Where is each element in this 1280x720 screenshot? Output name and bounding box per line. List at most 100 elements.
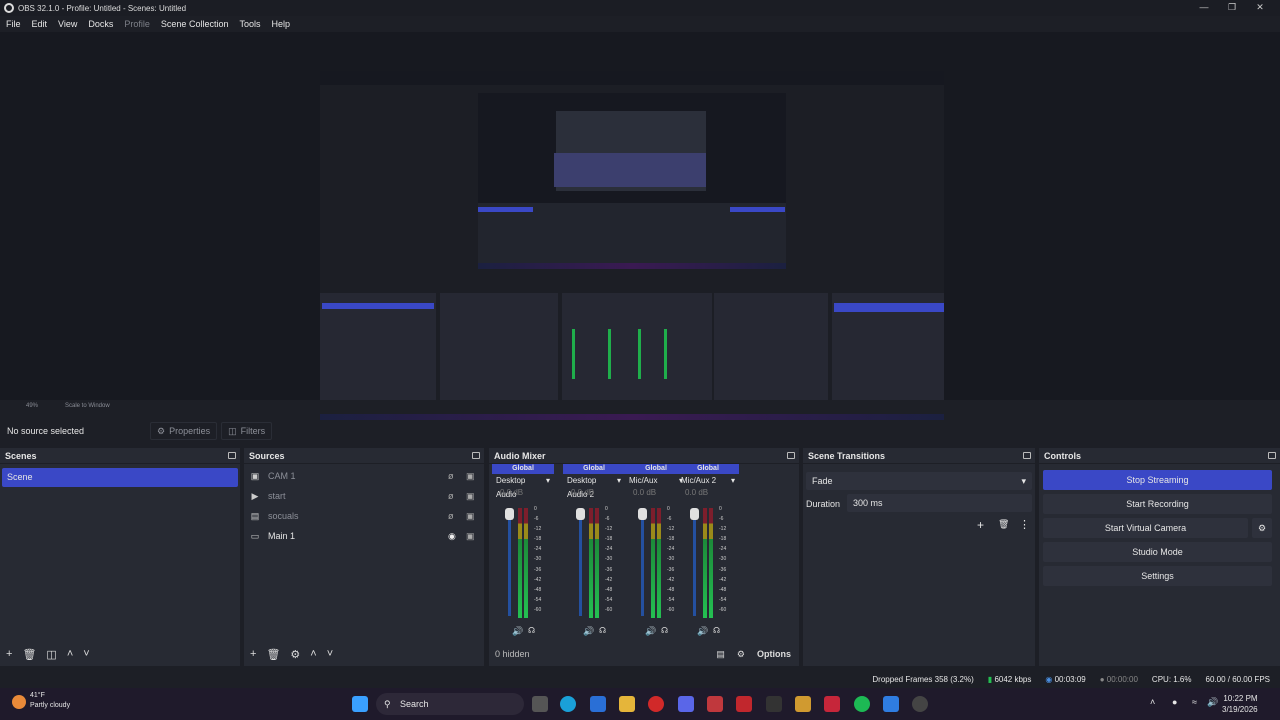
app-icon[interactable] bbox=[795, 696, 811, 712]
undock-icon[interactable] bbox=[472, 452, 480, 459]
headphones-icon[interactable]: ☊ bbox=[661, 626, 668, 635]
up-icon[interactable]: ˄ bbox=[67, 648, 73, 660]
speaker-icon[interactable]: 🔊 bbox=[697, 626, 708, 637]
outlook-icon[interactable] bbox=[590, 696, 606, 712]
eye-hidden-icon[interactable]: ø bbox=[448, 471, 454, 481]
headphones-icon[interactable]: ☊ bbox=[713, 626, 720, 635]
channel-name[interactable]: Desktop Audio ▾ bbox=[492, 474, 554, 499]
menu-docks[interactable]: Docks bbox=[88, 19, 113, 29]
add-icon[interactable]: + bbox=[6, 648, 12, 660]
discord-icon[interactable] bbox=[678, 696, 694, 712]
down-icon[interactable]: ˅ bbox=[327, 648, 333, 660]
microphone-icon[interactable]: ● bbox=[1172, 697, 1177, 707]
fader-knob[interactable] bbox=[638, 508, 647, 520]
more-icon[interactable]: ⋮ bbox=[1019, 518, 1030, 531]
scene-item[interactable]: Scene bbox=[2, 468, 238, 487]
menu-help[interactable]: Help bbox=[271, 19, 290, 29]
start-virtual-camera-button[interactable]: Start Virtual Camera bbox=[1043, 518, 1248, 538]
volume-fader[interactable] bbox=[638, 508, 647, 616]
undock-icon[interactable] bbox=[1023, 452, 1031, 459]
menu-view[interactable]: View bbox=[58, 19, 77, 29]
speaker-icon[interactable]: 🔊 bbox=[645, 626, 656, 637]
lock-icon[interactable]: ▣ bbox=[466, 491, 475, 502]
adobe-icon[interactable] bbox=[736, 696, 752, 712]
stop-streaming-button[interactable]: Stop Streaming bbox=[1043, 470, 1272, 490]
clock[interactable]: 10:22 PM 3/19/2026 bbox=[1222, 693, 1258, 715]
eye-hidden-icon[interactable]: ø bbox=[448, 511, 454, 521]
menu-scene-collection[interactable]: Scene Collection bbox=[161, 19, 229, 29]
headphones-icon[interactable]: ☊ bbox=[528, 626, 535, 635]
edge-icon[interactable] bbox=[560, 696, 576, 712]
source-item-main1[interactable]: ▭ Main 1 ◉ ▣ bbox=[244, 526, 484, 546]
windows-start-icon[interactable] bbox=[352, 696, 368, 712]
minimize-icon[interactable]: — bbox=[1190, 0, 1218, 16]
undock-icon[interactable] bbox=[1268, 452, 1276, 459]
eye-icon[interactable]: ◉ bbox=[448, 531, 456, 542]
spotify-icon[interactable] bbox=[854, 696, 870, 712]
settings-button[interactable]: Settings bbox=[1043, 566, 1272, 586]
lock-icon[interactable]: ▣ bbox=[466, 531, 475, 542]
up-icon[interactable]: ˄ bbox=[310, 648, 316, 660]
preview-canvas[interactable] bbox=[0, 32, 1280, 427]
add-icon[interactable]: + bbox=[977, 518, 984, 532]
task-view-icon[interactable] bbox=[532, 696, 548, 712]
fader-knob[interactable] bbox=[690, 508, 699, 520]
volume-fader[interactable] bbox=[576, 508, 585, 616]
volume-fader[interactable] bbox=[690, 508, 699, 616]
source-label: start bbox=[268, 491, 286, 501]
menu-profile[interactable]: Profile bbox=[124, 19, 150, 29]
fader-knob[interactable] bbox=[576, 508, 585, 520]
app-icon[interactable] bbox=[883, 696, 899, 712]
studio-mode-button[interactable]: Studio Mode bbox=[1043, 542, 1272, 562]
headphones-icon[interactable]: ☊ bbox=[599, 626, 606, 635]
volume-fader[interactable] bbox=[505, 508, 514, 616]
weather-widget[interactable]: 41°F Partly cloudy bbox=[12, 691, 70, 711]
menu-file[interactable]: File bbox=[6, 19, 21, 29]
trash-icon[interactable]: 🗑 bbox=[998, 519, 1009, 530]
maximize-icon[interactable]: ❐ bbox=[1218, 0, 1246, 16]
app-icon[interactable] bbox=[707, 696, 723, 712]
scale-mode[interactable]: Scale to Window bbox=[65, 403, 110, 409]
virtual-camera-gear-icon[interactable]: ⚙ bbox=[1252, 518, 1272, 538]
speaker-icon[interactable]: 🔊 bbox=[583, 626, 594, 637]
channel-name[interactable]: Mic/Aux 2 ▾ bbox=[677, 474, 739, 488]
file-explorer-icon[interactable] bbox=[619, 696, 635, 712]
close-icon[interactable]: ✕ bbox=[1246, 0, 1274, 16]
lock-icon[interactable]: ▣ bbox=[466, 511, 475, 522]
start-recording-button[interactable]: Start Recording bbox=[1043, 494, 1272, 514]
properties-button[interactable]: ⚙ Properties bbox=[150, 422, 218, 440]
layout-icon[interactable]: ▤ bbox=[716, 649, 725, 660]
app-icon[interactable] bbox=[824, 696, 840, 712]
tray-chevron-icon[interactable]: ˄ bbox=[1150, 697, 1155, 707]
trash-icon[interactable]: 🗑 bbox=[22, 648, 36, 661]
zoom-level[interactable]: 49% bbox=[26, 403, 38, 409]
menu-tools[interactable]: Tools bbox=[239, 19, 260, 29]
source-item-start[interactable]: ▶ start ø ▣ bbox=[244, 486, 484, 506]
add-icon[interactable]: + bbox=[250, 648, 256, 660]
taskbar-search[interactable]: ⚲ Search bbox=[376, 693, 524, 715]
duration-field[interactable]: 300 ms bbox=[847, 494, 1032, 512]
fader-knob[interactable] bbox=[505, 508, 514, 520]
source-item-cam1[interactable]: ▣ CAM 1 ø ▣ bbox=[244, 466, 484, 486]
wifi-icon[interactable]: ≈ bbox=[1192, 697, 1197, 707]
undock-icon[interactable] bbox=[228, 452, 236, 459]
transition-select[interactable]: Fade ▾ bbox=[806, 472, 1032, 490]
trash-icon[interactable]: 🗑 bbox=[266, 648, 280, 661]
speaker-icon[interactable]: 🔊 bbox=[512, 626, 523, 637]
source-item-socuals[interactable]: ▤ socuals ø ▣ bbox=[244, 506, 484, 526]
opera-icon[interactable] bbox=[648, 696, 664, 712]
channel-name[interactable]: Desktop Audio 2 ▾ bbox=[563, 474, 625, 499]
eye-hidden-icon[interactable]: ø bbox=[448, 491, 454, 501]
obs-taskbar-icon[interactable] bbox=[912, 696, 928, 712]
epic-games-icon[interactable] bbox=[766, 696, 782, 712]
gear-icon[interactable]: ⚙ bbox=[737, 649, 745, 660]
gear-icon[interactable]: ⚙ bbox=[290, 648, 300, 661]
filters-button[interactable]: ◫ Filters bbox=[221, 422, 273, 440]
lock-icon[interactable]: ▣ bbox=[466, 471, 475, 482]
options-button[interactable]: Options bbox=[757, 649, 791, 659]
down-icon[interactable]: ˅ bbox=[83, 648, 89, 660]
menu-edit[interactable]: Edit bbox=[32, 19, 48, 29]
volume-icon[interactable]: 🔊 bbox=[1207, 697, 1218, 708]
undock-icon[interactable] bbox=[787, 452, 795, 459]
filter-icon[interactable]: ◫ bbox=[46, 648, 56, 661]
